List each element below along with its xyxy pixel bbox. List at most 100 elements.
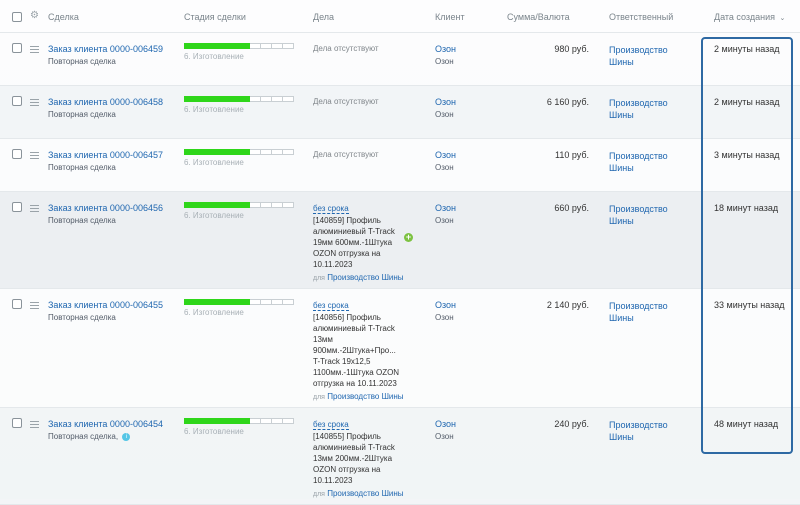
stage-segment[interactable] [184, 299, 196, 305]
stage-progress-bar[interactable] [184, 299, 295, 305]
stage-segment[interactable] [272, 96, 284, 102]
deal-title-link[interactable]: Заказ клиента 0000-006459 [48, 44, 178, 54]
activity-text[interactable]: [140859] Профиль алюминиевый T-Track 19м… [313, 215, 405, 270]
column-header-activities[interactable]: Дела [313, 12, 334, 22]
stage-progress[interactable]: 6. Изготовление [184, 418, 295, 436]
stage-segment[interactable] [250, 96, 262, 102]
gear-icon[interactable]: ⚙ [30, 10, 39, 21]
deal-title-link[interactable]: Заказ клиента 0000-006456 [48, 203, 178, 213]
stage-segment[interactable] [239, 299, 251, 305]
stage-segment[interactable] [283, 202, 295, 208]
add-activity-icon[interactable]: + [404, 233, 413, 242]
stage-progress[interactable]: 6. Изготовление [184, 149, 295, 167]
table-row[interactable]: Заказ клиента 0000-006459 Повторная сдел… [0, 33, 800, 86]
stage-segment[interactable] [261, 202, 273, 208]
responsible-link[interactable]: Производство Шины [609, 419, 689, 443]
client-link[interactable]: Озон [435, 419, 456, 429]
stage-segment[interactable] [206, 96, 218, 102]
deal-title-link[interactable]: Заказ клиента 0000-006457 [48, 150, 178, 160]
stage-segment[interactable] [272, 299, 284, 305]
stage-progress-bar[interactable] [184, 202, 295, 208]
stage-segment[interactable] [283, 43, 295, 49]
stage-segment[interactable] [239, 418, 251, 424]
client-link[interactable]: Озон [435, 150, 456, 160]
drag-handle-icon[interactable] [30, 99, 39, 108]
activity-text[interactable]: [140856] Профиль алюминиевый T-Track 13м… [313, 312, 405, 389]
stage-segment[interactable] [261, 96, 273, 102]
drag-handle-icon[interactable] [30, 205, 39, 214]
stage-segment[interactable] [272, 149, 284, 155]
client-link[interactable]: Озон [435, 300, 456, 310]
stage-segment[interactable] [250, 149, 262, 155]
stage-segment[interactable] [206, 202, 218, 208]
deal-title-link[interactable]: Заказ клиента 0000-006454 [48, 419, 178, 429]
stage-segment[interactable] [228, 418, 240, 424]
stage-segment[interactable] [239, 149, 251, 155]
activity-deadline-link[interactable]: без срока [313, 204, 349, 214]
responsible-link[interactable]: Производство Шины [609, 203, 689, 227]
stage-segment[interactable] [272, 418, 284, 424]
stage-segment[interactable] [272, 202, 284, 208]
stage-segment[interactable] [217, 418, 229, 424]
stage-segment[interactable] [184, 202, 196, 208]
responsible-link[interactable]: Производство Шины [609, 300, 689, 324]
stage-progress[interactable]: 6. Изготовление [184, 43, 295, 61]
stage-segment[interactable] [228, 202, 240, 208]
client-link[interactable]: Озон [435, 44, 456, 54]
row-checkbox[interactable] [12, 299, 22, 309]
stage-progress-bar[interactable] [184, 149, 295, 155]
stage-segment[interactable] [250, 299, 262, 305]
stage-segment[interactable] [261, 43, 273, 49]
client-link[interactable]: Озон [435, 203, 456, 213]
stage-segment[interactable] [184, 43, 196, 49]
stage-segment[interactable] [283, 299, 295, 305]
column-header-created[interactable]: Дата создания ⌄ [714, 12, 785, 22]
stage-progress[interactable]: 6. Изготовление [184, 96, 295, 114]
activity-for-link[interactable]: Производство Шины [327, 489, 403, 498]
stage-segment[interactable] [250, 202, 262, 208]
stage-segment[interactable] [206, 299, 218, 305]
stage-progress-bar[interactable] [184, 96, 295, 102]
drag-handle-icon[interactable] [30, 302, 39, 311]
stage-segment[interactable] [250, 418, 262, 424]
stage-segment[interactable] [217, 96, 229, 102]
stage-segment[interactable] [228, 299, 240, 305]
drag-handle-icon[interactable] [30, 421, 39, 430]
drag-handle-icon[interactable] [30, 46, 39, 55]
table-row[interactable]: Заказ клиента 0000-006456 Повторная сдел… [0, 192, 800, 289]
table-row[interactable]: Заказ клиента 0000-006457 Повторная сдел… [0, 139, 800, 192]
table-row[interactable]: Заказ клиента 0000-006458 Повторная сдел… [0, 86, 800, 139]
drag-handle-icon[interactable] [30, 152, 39, 161]
stage-segment[interactable] [217, 149, 229, 155]
stage-segment[interactable] [283, 418, 295, 424]
stage-segment[interactable] [228, 96, 240, 102]
activity-for-link[interactable]: Производство Шины [327, 273, 403, 282]
stage-progress[interactable]: 6. Изготовление [184, 202, 295, 220]
deal-title-link[interactable]: Заказ клиента 0000-006455 [48, 300, 178, 310]
stage-segment[interactable] [239, 96, 251, 102]
table-row[interactable]: Заказ клиента 0000-006455 Повторная сдел… [0, 289, 800, 408]
stage-segment[interactable] [195, 299, 207, 305]
stage-segment[interactable] [261, 299, 273, 305]
row-checkbox[interactable] [12, 202, 22, 212]
activity-deadline-link[interactable]: без срока [313, 420, 349, 430]
row-checkbox[interactable] [12, 149, 22, 159]
stage-segment[interactable] [184, 96, 196, 102]
stage-segment[interactable] [195, 202, 207, 208]
stage-progress[interactable]: 6. Изготовление [184, 299, 295, 317]
row-checkbox[interactable] [12, 43, 22, 53]
stage-segment[interactable] [184, 149, 196, 155]
stage-segment[interactable] [217, 299, 229, 305]
activity-for-link[interactable]: Производство Шины [327, 392, 403, 401]
stage-segment[interactable] [217, 43, 229, 49]
column-header-stage[interactable]: Стадия сделки [184, 12, 246, 22]
column-header-client[interactable]: Клиент [435, 12, 465, 22]
stage-segment[interactable] [206, 149, 218, 155]
column-header-sum[interactable]: Сумма/Валюта [507, 12, 570, 22]
stage-segment[interactable] [272, 43, 284, 49]
stage-segment[interactable] [217, 202, 229, 208]
responsible-link[interactable]: Производство Шины [609, 97, 689, 121]
column-header-responsible[interactable]: Ответственный [609, 12, 673, 22]
stage-segment[interactable] [195, 96, 207, 102]
stage-segment[interactable] [206, 43, 218, 49]
